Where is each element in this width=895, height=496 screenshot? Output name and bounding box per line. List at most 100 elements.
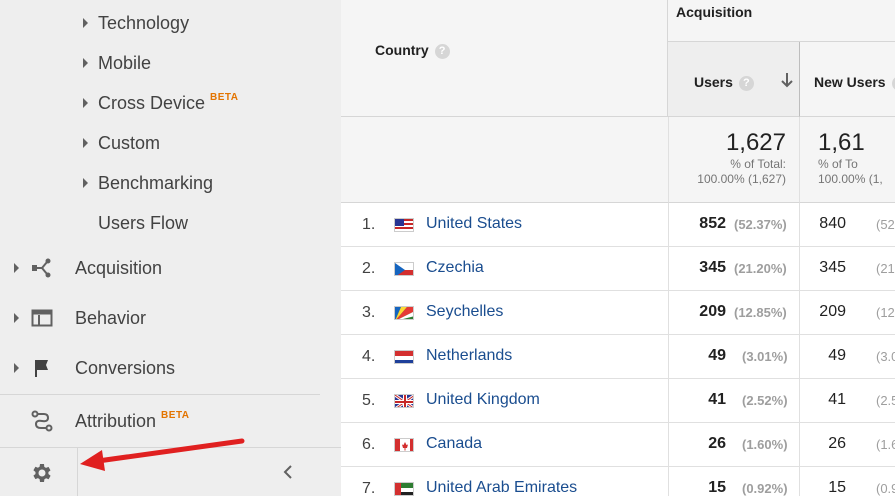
column-header-users[interactable]: Users? — [668, 42, 800, 117]
caret-right-icon — [83, 98, 88, 108]
country-link[interactable]: Czechia — [426, 259, 484, 277]
behavior-icon — [31, 307, 53, 329]
users-percent: (0.92%) — [742, 481, 788, 496]
country-link[interactable]: United Arab Emirates — [426, 479, 577, 496]
total-new-users-value: 1,61 — [818, 129, 865, 156]
caret-right-icon — [14, 363, 19, 373]
column-header-label-wrap: New Users? — [814, 74, 895, 91]
total-new-users-pct-label: % of To — [818, 157, 858, 171]
chevron-left-icon[interactable] — [279, 462, 297, 482]
flag-sc-icon — [394, 306, 414, 320]
country-link[interactable]: United States — [426, 215, 522, 233]
sidebar-item-label: Conversions — [75, 357, 176, 378]
country-link[interactable]: United Kingdom — [426, 391, 540, 409]
users-value: 41 — [708, 391, 726, 408]
users-percent: (3.01%) — [742, 349, 788, 364]
new-users-value: 209 — [819, 303, 846, 320]
table-row: 6. Canada 26 (1.60%) 26 (1.6 — [341, 423, 895, 467]
column-header-new-users[interactable]: New Users? — [800, 42, 895, 117]
new-users-percent: (0.9 — [876, 481, 895, 496]
users-value: 26 — [708, 435, 726, 452]
users-value: 15 — [708, 479, 726, 496]
column-header-label-wrap: Users? — [694, 74, 754, 91]
new-users-value: 15 — [828, 479, 846, 496]
gear-icon[interactable] — [30, 461, 54, 485]
users-percent: (21.20%) — [734, 261, 787, 276]
new-users-value: 49 — [828, 347, 846, 364]
caret-right-icon — [83, 138, 88, 148]
totals-users-cell: 1,627 % of Total: 100.00% (1,627) — [668, 117, 800, 203]
help-icon[interactable]: ? — [891, 76, 895, 91]
help-icon[interactable]: ? — [434, 44, 450, 59]
flag-ae-icon — [394, 482, 414, 496]
country-link[interactable]: Netherlands — [426, 347, 512, 365]
total-users-pct-label: % of Total: — [730, 157, 786, 171]
sidebar-item-attribution[interactable]: Attribution BETA — [0, 397, 341, 445]
caret-right-icon — [83, 58, 88, 68]
new-users-value: 41 — [828, 391, 846, 408]
sidebar-item-label-wrap: Attribution BETA — [75, 410, 190, 432]
users-value: 852 — [699, 215, 726, 232]
sidebar-item-behavior[interactable]: Behavior — [0, 294, 341, 342]
sidebar-item-label: Acquisition — [75, 257, 163, 278]
row-number: 2. — [362, 260, 376, 277]
users-percent: (52.37%) — [734, 217, 787, 232]
totals-row-label-cell — [341, 117, 668, 203]
new-users-percent: (21.3 — [876, 261, 895, 276]
new-users-percent: (3.0 — [876, 349, 895, 364]
sidebar-item-acquisition[interactable]: Acquisition — [0, 244, 341, 292]
total-users-value: 1,627 — [725, 129, 786, 156]
caret-right-icon — [14, 313, 19, 323]
help-icon[interactable]: ? — [738, 76, 754, 91]
sidebar-item-label: Users Flow — [98, 212, 189, 233]
row-number: 1. — [362, 216, 376, 233]
new-users-percent: (52.1 — [876, 217, 895, 232]
sidebar-item-label-wrap: Cross Device BETA — [98, 92, 239, 114]
flag-icon — [31, 357, 53, 379]
users-percent: (1.60%) — [742, 437, 788, 452]
sort-down-icon[interactable] — [780, 70, 794, 90]
sidebar: Technology Mobile Cross Device BETA Custo… — [0, 0, 341, 496]
users-percent: (12.85%) — [734, 305, 787, 320]
sidebar-item-conversions[interactable]: Conversions — [0, 344, 341, 392]
flag-ca-icon — [394, 438, 414, 452]
new-users-percent: (2.5 — [876, 393, 895, 408]
table-row: 2. Czechia 345 (21.20%) 345 (21.3 — [341, 247, 895, 291]
row-number: 3. — [362, 304, 376, 321]
sidebar-item-label: Behavior — [75, 307, 147, 328]
column-header-label-wrap: Country? — [375, 42, 450, 59]
report-table: Country? Acquisition Users? New Users? 1… — [341, 0, 895, 496]
table-row: 7. United Arab Emirates 15 (0.92%) 15 (0… — [341, 467, 895, 496]
table-row: 5. United Kingdom 41 (2.52%) 41 (2.5 — [341, 379, 895, 423]
new-users-value: 840 — [819, 215, 846, 232]
new-users-value: 26 — [828, 435, 846, 452]
flag-us-icon — [394, 218, 414, 232]
sidebar-footer — [0, 447, 341, 496]
flag-cz-icon — [394, 262, 414, 276]
flag-nl-icon — [394, 350, 414, 364]
users-value: 209 — [699, 303, 726, 320]
beta-badge: BETA — [161, 410, 190, 421]
row-number: 6. — [362, 436, 376, 453]
column-header-label: New Users — [814, 74, 886, 90]
sidebar-item-label: Attribution — [75, 411, 157, 431]
caret-right-icon — [83, 178, 88, 188]
divider — [0, 394, 320, 395]
beta-badge: BETA — [210, 92, 239, 103]
new-users-percent: (1.6 — [876, 437, 895, 452]
country-link[interactable]: Canada — [426, 435, 482, 453]
sidebar-item-label: Custom — [98, 132, 161, 153]
sidebar-item-label: Benchmarking — [98, 172, 214, 193]
column-header-country[interactable]: Country? — [341, 0, 668, 117]
sidebar-item-label: Technology — [98, 12, 190, 33]
new-users-percent: (12.9 — [876, 305, 895, 320]
table-row: 4. Netherlands 49 (3.01%) 49 (3.0 — [341, 335, 895, 379]
column-header-label: Country — [375, 42, 429, 58]
acquisition-icon — [31, 257, 53, 279]
users-value: 345 — [699, 259, 726, 276]
divider — [77, 448, 78, 496]
table-row: 1. United States 852 (52.37%) 840 (52.1 — [341, 203, 895, 247]
country-link[interactable]: Seychelles — [426, 303, 503, 321]
total-users-pct: 100.00% (1,627) — [697, 172, 786, 186]
caret-right-icon — [14, 263, 19, 273]
